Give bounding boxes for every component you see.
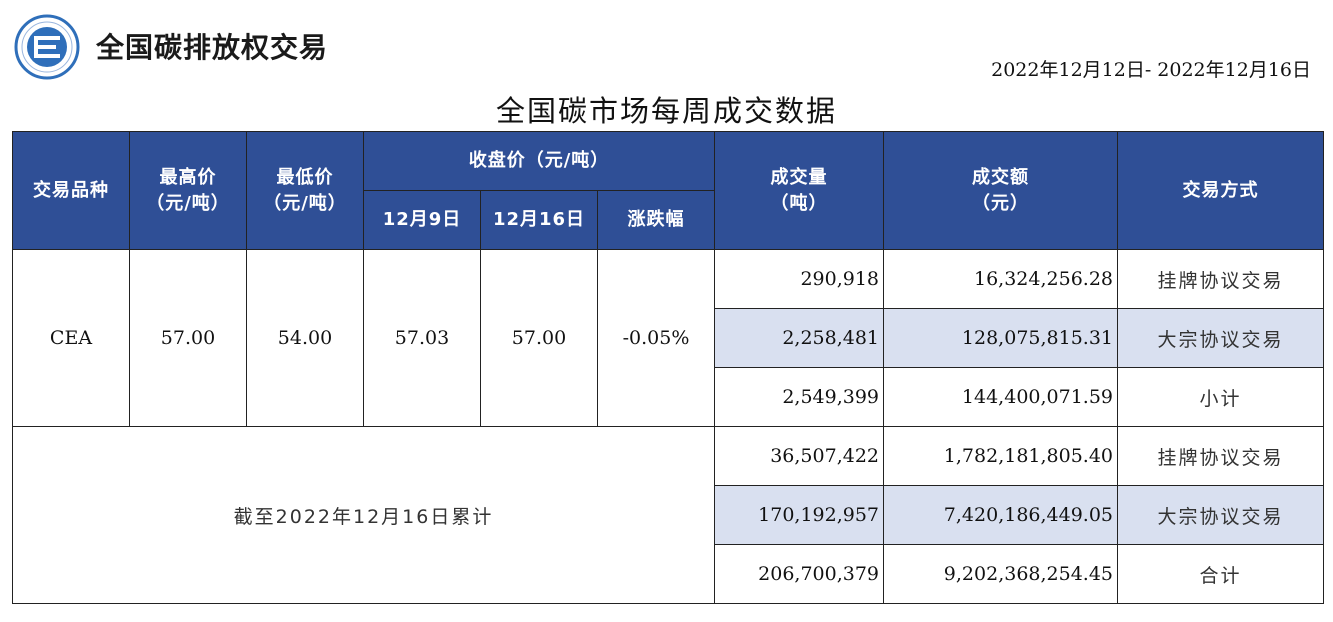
cell-amount: 9,202,368,254.45: [883, 544, 1119, 604]
col-amount: 成交额 （元）: [883, 131, 1119, 250]
col-close-group: 收盘价（元/吨）: [362, 131, 716, 191]
cell-method: 挂牌协议交易: [1117, 426, 1325, 486]
col-low: 最低价 （元/吨）: [246, 131, 364, 250]
cell-amount: 1,782,181,805.40: [883, 426, 1119, 486]
cell-high: 57.00: [129, 249, 247, 427]
col-method: 交易方式: [1117, 131, 1325, 250]
date-range: 2022年12月12日- 2022年12月16日: [991, 59, 1311, 81]
cell-close-cur: 57.00: [480, 249, 598, 427]
col-low-label: 最低价: [276, 166, 334, 188]
cell-volume: 170,192,957: [714, 485, 885, 545]
col-product: 交易品种: [12, 131, 130, 250]
exchange-logo-icon: [14, 14, 80, 80]
cell-volume: 2,549,399: [714, 367, 885, 427]
col-high-label: 最高价: [159, 166, 217, 188]
header-row-1: 交易品种 最高价 （元/吨） 最低价 （元/吨） 收盘价（元/吨） 成交量 （吨…: [12, 131, 1325, 250]
col-low-unit: （元/吨）: [263, 192, 347, 214]
col-close-cur: 12月16日: [480, 190, 598, 250]
table-row: CEA 57.00 54.00 57.03 57.00 -0.05% 290,9…: [12, 249, 1325, 427]
cell-amount: 144,400,071.59: [883, 367, 1119, 427]
cell-method: 大宗协议交易: [1117, 308, 1325, 368]
col-close-prev: 12月9日: [363, 190, 481, 250]
cell-product: CEA: [12, 249, 130, 427]
page-header: 全国碳排放权交易 2022年12月12日- 2022年12月16日 全国碳市场每…: [0, 0, 1333, 130]
cell-volume: 290,918: [714, 249, 885, 309]
col-high: 最高价 （元/吨）: [129, 131, 247, 250]
cell-method: 小计: [1117, 367, 1325, 427]
col-volume-unit: （吨）: [770, 192, 828, 214]
col-high-unit: （元/吨）: [146, 192, 230, 214]
col-change: 涨跌幅: [596, 190, 716, 250]
cell-amount: 7,420,186,449.05: [883, 485, 1119, 545]
cell-volume: 206,700,379: [714, 544, 885, 604]
brand-name: 全国碳排放权交易: [96, 31, 329, 64]
col-volume: 成交量 （吨）: [714, 131, 885, 250]
weekly-trade-table: 交易品种 最高价 （元/吨） 最低价 （元/吨） 收盘价（元/吨） 成交量 （吨…: [11, 131, 1325, 604]
cell-method: 大宗协议交易: [1117, 485, 1325, 545]
col-amount-unit: （元）: [972, 192, 1030, 214]
col-amount-label: 成交额: [972, 166, 1030, 188]
cell-amount: 128,075,815.31: [883, 308, 1119, 368]
cell-method: 挂牌协议交易: [1117, 249, 1325, 309]
col-volume-label: 成交量: [770, 166, 828, 188]
cell-close-prev: 57.03: [363, 249, 481, 427]
cell-amount: 16,324,256.28: [883, 249, 1119, 309]
cell-volume: 36,507,422: [714, 426, 885, 486]
cell-cumulative-label: 截至2022年12月16日累计: [11, 426, 716, 604]
cell-change: -0.05%: [596, 249, 716, 427]
table-row: 截至2022年12月16日累计 36,507,422 1,782,181,805…: [11, 426, 1325, 604]
cell-volume: 2,258,481: [714, 308, 885, 368]
cell-method: 合计: [1117, 544, 1325, 604]
cell-low: 54.00: [246, 249, 364, 427]
page-title: 全国碳市场每周成交数据: [495, 94, 837, 128]
